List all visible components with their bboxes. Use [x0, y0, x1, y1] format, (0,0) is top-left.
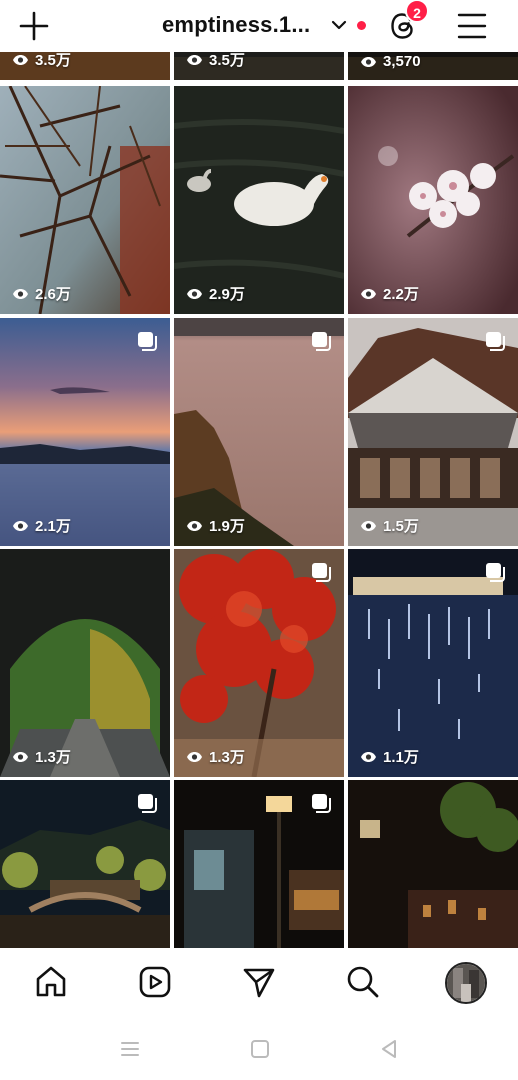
eye-icon	[187, 751, 202, 762]
grid-tile[interactable]: 2.6万	[0, 86, 170, 314]
grid-tile[interactable]: 1.1万	[348, 549, 518, 777]
plus-icon[interactable]	[18, 10, 50, 42]
view-count: 2.9万	[186, 283, 245, 304]
home-icon[interactable]	[33, 964, 69, 1000]
system-nav-bar	[0, 1020, 518, 1080]
bottom-nav	[0, 948, 518, 1020]
post-image	[0, 86, 170, 314]
post-image	[348, 86, 518, 314]
carousel-icon	[138, 332, 157, 351]
view-count: 2.2万	[360, 283, 419, 304]
chevron-down-icon[interactable]	[330, 16, 348, 34]
grid-tile[interactable]: 2.9万	[174, 86, 344, 314]
eye-icon	[361, 288, 376, 299]
username[interactable]: emptiness.1...	[162, 12, 310, 38]
eye-icon	[13, 54, 28, 65]
eye-icon	[361, 751, 376, 762]
eye-icon	[187, 520, 202, 531]
recents-icon[interactable]	[119, 1038, 141, 1060]
eye-icon	[13, 520, 28, 531]
post-image	[174, 86, 344, 314]
avatar-image	[447, 964, 485, 1002]
post-image	[348, 549, 518, 777]
back-icon[interactable]	[378, 1038, 400, 1060]
threads-badge: 2	[405, 0, 429, 23]
view-count: 1.1万	[360, 746, 419, 767]
carousel-icon	[486, 563, 505, 582]
view-count: 1.9万	[186, 515, 245, 536]
view-count: 3.5万	[186, 52, 245, 70]
carousel-icon	[312, 563, 331, 582]
carousel-icon	[312, 332, 331, 351]
home-square-icon[interactable]	[249, 1038, 271, 1060]
grid-tile[interactable]	[174, 780, 344, 948]
view-count: 2.1万	[12, 515, 71, 536]
send-icon[interactable]	[241, 964, 277, 1000]
carousel-icon	[312, 794, 331, 813]
post-grid: 3.5万 3.5万 3,570 2.6万 2.9万 2.2万 2.1万 1.9万…	[0, 52, 518, 948]
eye-icon	[13, 288, 28, 299]
grid-tile[interactable]: 2.1万	[0, 318, 170, 546]
grid-tile[interactable]: 2.2万	[348, 86, 518, 314]
post-image	[174, 318, 344, 546]
grid-tile[interactable]: 1.3万	[0, 549, 170, 777]
view-count: 2.6万	[12, 283, 71, 304]
grid-tile[interactable]: 3.5万	[0, 52, 170, 80]
carousel-icon	[138, 794, 157, 813]
grid-tile[interactable]: 1.9万	[174, 318, 344, 546]
view-count: 1.5万	[360, 515, 419, 536]
top-bar: emptiness.1... 2	[0, 0, 518, 52]
carousel-icon	[486, 332, 505, 351]
eye-icon	[187, 288, 202, 299]
notification-dot	[357, 21, 366, 30]
view-count: 3.5万	[12, 52, 71, 70]
grid-tile[interactable]: 1.5万	[348, 318, 518, 546]
view-count: 1.3万	[186, 746, 245, 767]
eye-icon	[361, 520, 376, 531]
grid-tile[interactable]: 3,570	[348, 52, 518, 80]
grid-tile[interactable]: 3.5万	[174, 52, 344, 80]
post-image	[348, 780, 518, 948]
eye-icon	[361, 56, 376, 67]
grid-tile[interactable]: 1.3万	[174, 549, 344, 777]
view-count: 3,570	[360, 53, 421, 70]
grid-tile[interactable]	[0, 780, 170, 948]
view-count: 1.3万	[12, 746, 71, 767]
search-icon[interactable]	[345, 964, 381, 1000]
eye-icon	[13, 751, 28, 762]
reels-icon[interactable]	[137, 964, 173, 1000]
post-image	[0, 549, 170, 777]
post-image	[348, 318, 518, 546]
menu-icon[interactable]	[456, 12, 488, 40]
grid-tile[interactable]	[348, 780, 518, 948]
eye-icon	[187, 54, 202, 65]
post-image	[174, 549, 344, 777]
profile-avatar[interactable]	[445, 962, 487, 1004]
post-image	[0, 318, 170, 546]
